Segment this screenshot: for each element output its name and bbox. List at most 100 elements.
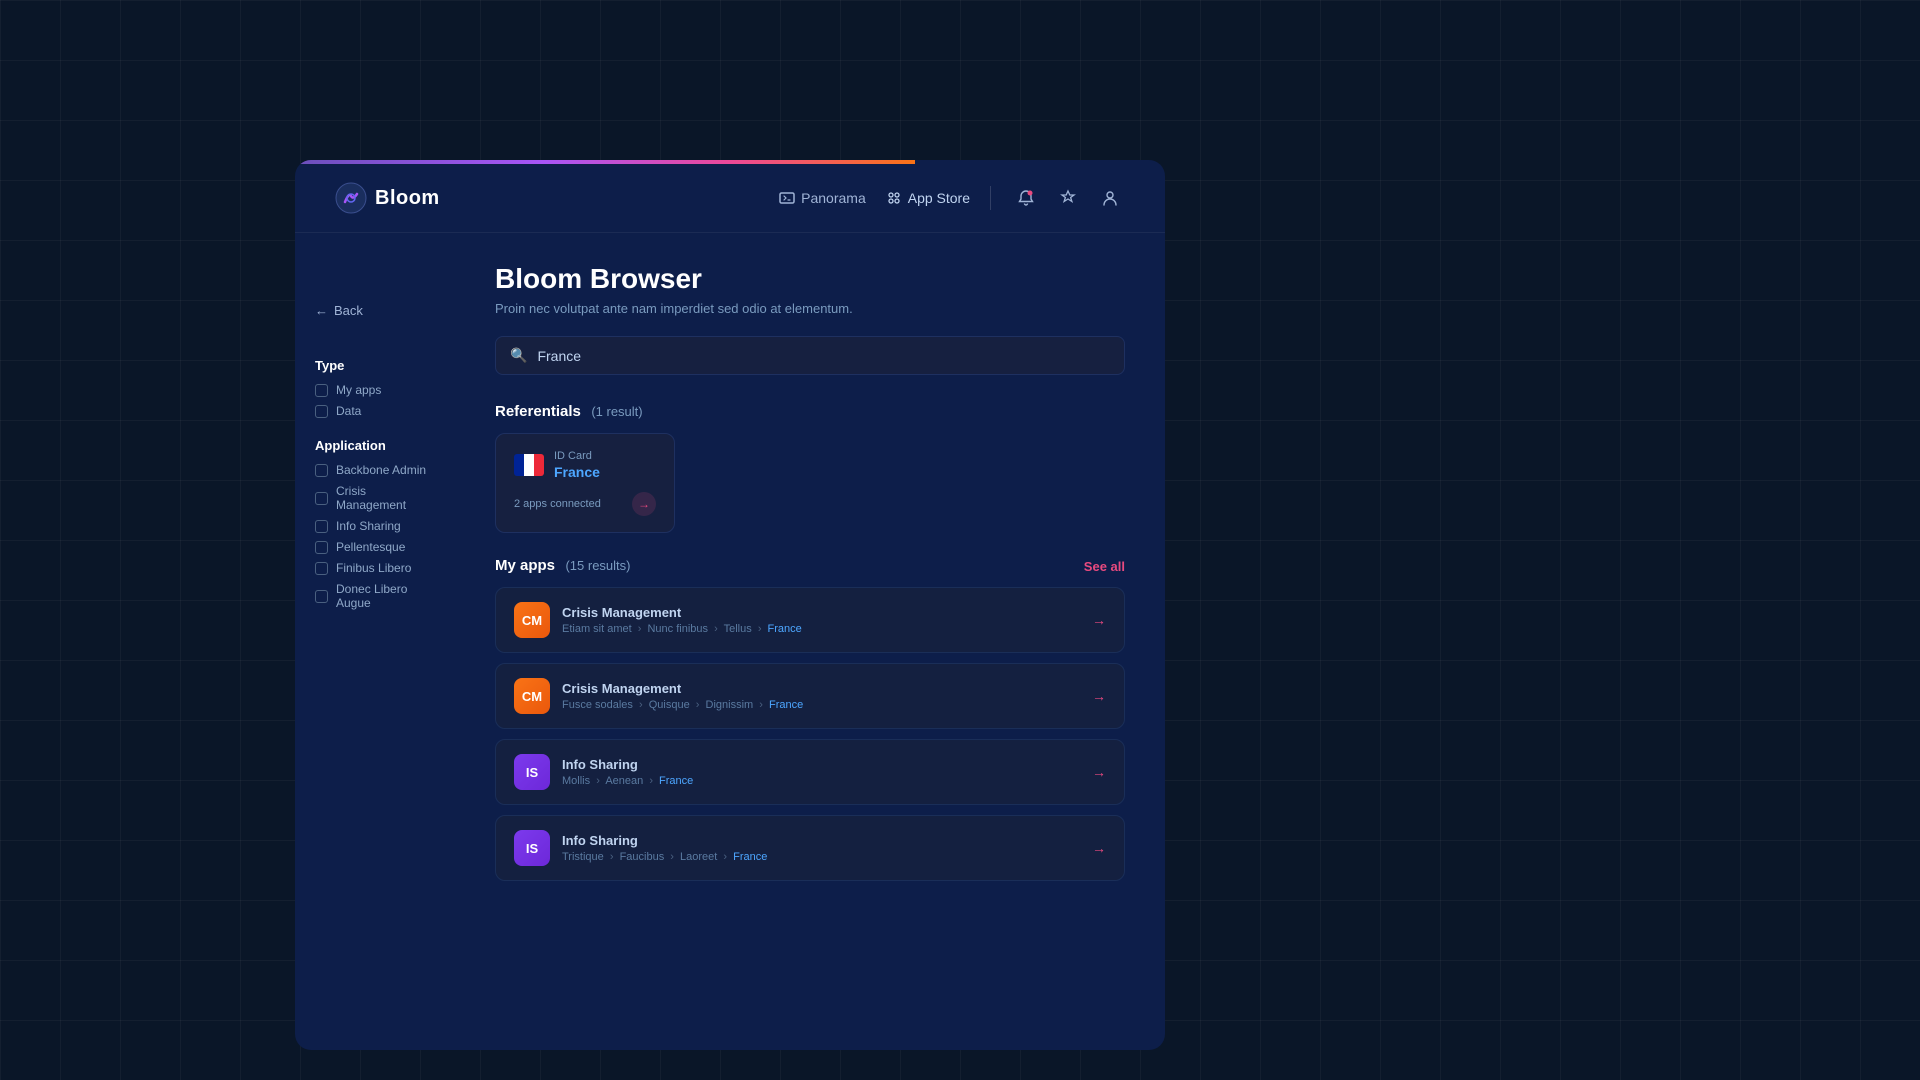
ref-card-footer: 2 apps connected → — [514, 492, 656, 516]
sidebar: ← Back Type My apps Data Application B — [295, 233, 455, 1050]
app-path-2: Fusce sodales › Quisque › Dignissim › Fr… — [562, 699, 803, 711]
user-button[interactable] — [1095, 183, 1125, 213]
nav-app-store[interactable]: App Store — [886, 190, 970, 206]
myapps-title-group: My apps (15 results) — [495, 557, 631, 575]
filter-crisis-label: Crisis Management — [336, 484, 435, 512]
back-arrow-icon: ← — [315, 303, 328, 318]
ref-connected: 2 apps connected — [514, 498, 601, 510]
header-nav: Panorama App Store — [779, 183, 1125, 213]
path-seg: Mollis — [562, 775, 590, 787]
filter-crisis[interactable]: Crisis Management — [315, 484, 435, 512]
path-seg: Dignissim — [706, 699, 754, 711]
checkbox-finibus[interactable] — [315, 562, 328, 575]
france-flag — [514, 454, 544, 476]
path-highlight: France — [659, 775, 693, 787]
back-label: Back — [334, 303, 363, 318]
back-link[interactable]: ← Back — [315, 303, 435, 318]
panorama-icon — [779, 190, 795, 206]
app-info-3: Info Sharing Mollis › Aenean › France — [562, 757, 693, 787]
app-store-icon — [886, 190, 902, 206]
filter-data[interactable]: Data — [315, 404, 435, 418]
app-name-4: Info Sharing — [562, 833, 767, 848]
filter-pellentesque-label: Pellentesque — [336, 540, 405, 554]
app-path-1: Etiam sit amet › Nunc finibus › Tellus ›… — [562, 623, 802, 635]
content-area: ← Back Type My apps Data Application B — [295, 233, 1165, 1050]
myapps-title: My apps — [495, 557, 555, 574]
bell-button[interactable] — [1011, 183, 1041, 213]
checkbox-pellentesque[interactable] — [315, 541, 328, 554]
referentials-section-header: Referentials (1 result) — [495, 403, 1125, 421]
app-item-4-left: IS Info Sharing Tristique › Faucibus › L… — [514, 830, 767, 866]
myapps-section-header: My apps (15 results) See all — [495, 557, 1125, 575]
filter-myapps[interactable]: My apps — [315, 383, 435, 397]
path-seg: Laoreet — [680, 851, 717, 863]
bell-icon — [1017, 189, 1035, 207]
path-seg: Tellus — [724, 623, 752, 635]
ref-card-header: ID Card France — [514, 450, 656, 480]
filter-donec-label: Donec Libero Augue — [336, 582, 435, 610]
app-arrow-4: → — [1092, 840, 1106, 856]
checkbox-myapps[interactable] — [315, 384, 328, 397]
filter-finibus[interactable]: Finibus Libero — [315, 561, 435, 575]
app-item-4[interactable]: IS Info Sharing Tristique › Faucibus › L… — [495, 815, 1125, 881]
app-avatar-3: IS — [514, 754, 550, 790]
logo[interactable]: Bloom — [335, 182, 440, 214]
search-box[interactable]: 🔍 — [495, 336, 1125, 375]
filter-finibus-label: Finibus Libero — [336, 561, 411, 575]
application-filter-title: Application — [315, 438, 435, 453]
search-input[interactable] — [537, 348, 1110, 364]
app-avatar-2: CM — [514, 678, 550, 714]
path-seg: Etiam sit amet — [562, 623, 632, 635]
path-highlight: France — [769, 699, 803, 711]
flag-red — [534, 454, 544, 476]
type-filter-section: Type My apps Data — [315, 358, 435, 418]
header-icons — [1011, 183, 1125, 213]
main-content: Bloom Browser Proin nec volutpat ante na… — [455, 233, 1165, 1050]
page-subtitle: Proin nec volutpat ante nam imperdiet se… — [495, 301, 1125, 316]
ref-name: France — [554, 464, 656, 480]
app-path-3: Mollis › Aenean › France — [562, 775, 693, 787]
myapps-count: (15 results) — [565, 558, 630, 573]
header: Bloom Panorama App Store — [295, 164, 1165, 233]
path-highlight: France — [733, 851, 767, 863]
nav-divider — [990, 186, 991, 210]
logo-icon — [335, 182, 367, 214]
checkbox-info[interactable] — [315, 520, 328, 533]
path-seg: Tristique — [562, 851, 604, 863]
filter-pellentesque[interactable]: Pellentesque — [315, 540, 435, 554]
checkbox-data[interactable] — [315, 405, 328, 418]
filter-info[interactable]: Info Sharing — [315, 519, 435, 533]
app-item-2-left: CM Crisis Management Fusce sodales › Qui… — [514, 678, 803, 714]
app-item-3-left: IS Info Sharing Mollis › Aenean › France — [514, 754, 693, 790]
path-seg: Fusce sodales — [562, 699, 633, 711]
main-window: Bloom Panorama App Store — [295, 160, 1165, 1050]
checkbox-donec[interactable] — [315, 590, 328, 603]
star-button[interactable] — [1053, 183, 1083, 213]
app-item-2[interactable]: CM Crisis Management Fusce sodales › Qui… — [495, 663, 1125, 729]
ref-arrow-button[interactable]: → — [632, 492, 656, 516]
path-seg: Faucibus — [620, 851, 665, 863]
nav-panorama[interactable]: Panorama — [779, 190, 866, 206]
checkbox-crisis[interactable] — [315, 492, 328, 505]
app-arrow-2: → — [1092, 688, 1106, 704]
app-avatar-4: IS — [514, 830, 550, 866]
filter-data-label: Data — [336, 404, 361, 418]
checkbox-backbone[interactable] — [315, 464, 328, 477]
app-item-3[interactable]: IS Info Sharing Mollis › Aenean › France — [495, 739, 1125, 805]
referential-card-france[interactable]: ID Card France 2 apps connected → — [495, 433, 675, 533]
app-item-1[interactable]: CM Crisis Management Etiam sit amet › Nu… — [495, 587, 1125, 653]
path-seg: Aenean — [605, 775, 643, 787]
filter-donec[interactable]: Donec Libero Augue — [315, 582, 435, 610]
path-seg: Quisque — [649, 699, 690, 711]
app-list: CM Crisis Management Etiam sit amet › Nu… — [495, 587, 1125, 881]
app-name-2: Crisis Management — [562, 681, 803, 696]
app-path-4: Tristique › Faucibus › Laoreet › France — [562, 851, 767, 863]
filter-info-label: Info Sharing — [336, 519, 401, 533]
filter-backbone[interactable]: Backbone Admin — [315, 463, 435, 477]
app-info-4: Info Sharing Tristique › Faucibus › Laor… — [562, 833, 767, 863]
see-all-button[interactable]: See all — [1084, 559, 1125, 574]
flag-blue — [514, 454, 524, 476]
app-arrow-3: → — [1092, 764, 1106, 780]
page-title: Bloom Browser — [495, 263, 1125, 295]
path-seg: Nunc finibus — [647, 623, 708, 635]
